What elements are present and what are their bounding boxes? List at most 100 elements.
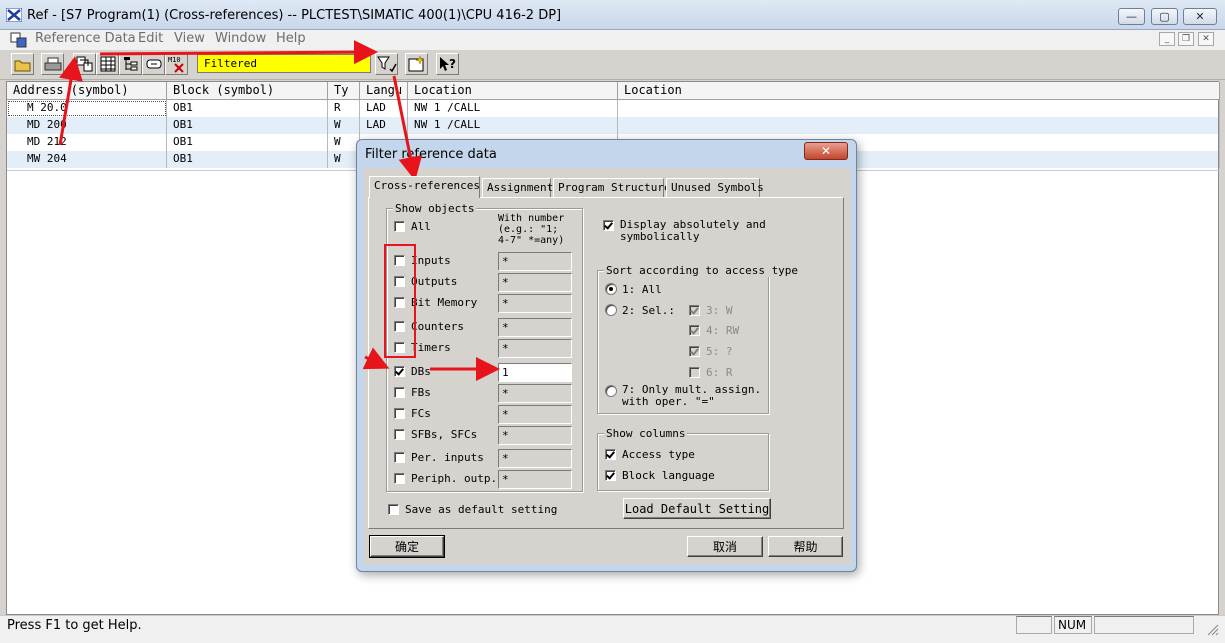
menu-window[interactable]: Window [215, 31, 266, 46]
tab-unused-symbols[interactable]: Unused Symbols [666, 178, 764, 197]
access-type-label: Access type [622, 448, 695, 461]
sort-access-type-label: Sort according to access type [604, 264, 801, 277]
context-help-icon[interactable]: ? [436, 53, 459, 75]
cell-block: OB1 [167, 151, 328, 168]
save-default-checkbox[interactable] [388, 504, 399, 515]
menu-edit[interactable]: Edit [138, 31, 163, 46]
sort-rw-checkbox[interactable] [689, 325, 700, 336]
close-button[interactable]: ✕ [1183, 8, 1217, 25]
mdi-restore-button[interactable]: ❐ [1178, 32, 1194, 46]
new-window-icon[interactable] [405, 53, 428, 75]
menu-bar: Reference Data Edit View Window Help [0, 30, 1225, 50]
addresses-without-symbol-icon[interactable]: M10 [165, 53, 188, 75]
outputs-number-field[interactable]: * [498, 273, 572, 292]
cell-block: OB1 [167, 117, 328, 134]
sort-mult-assign-radio[interactable] [605, 385, 617, 397]
column-header-location-2[interactable]: Location [618, 82, 1220, 100]
inputs-number-field[interactable]: * [498, 252, 572, 271]
fcs-checkbox[interactable] [394, 408, 405, 419]
dbs-number-field[interactable]: 1 [498, 363, 572, 382]
menu-view[interactable]: View [174, 31, 205, 46]
sort-w-checkbox[interactable] [689, 305, 700, 316]
menu-help[interactable]: Help [276, 31, 306, 46]
ok-button[interactable]: 确定 [369, 535, 445, 558]
cancel-button[interactable]: 取消 [687, 536, 763, 557]
tab-program-structure[interactable]: Program Structure [553, 178, 671, 197]
cell-location-2 [618, 117, 1220, 134]
resize-grip-icon[interactable] [1205, 622, 1219, 636]
maximize-button[interactable]: ▢ [1151, 8, 1178, 25]
sfbs-sfcs-number-field[interactable]: * [498, 426, 572, 445]
fcs-label: FCs [411, 407, 431, 420]
fbs-number-field[interactable]: * [498, 384, 572, 403]
unused-symbols-icon[interactable] [142, 53, 165, 75]
sort-selected-label: 2: Sel.: [622, 304, 675, 317]
mdi-close-button[interactable]: ✕ [1198, 32, 1214, 46]
column-header-block[interactable]: Block (symbol) [167, 82, 328, 100]
bit-memory-label: Bit Memory [411, 296, 478, 309]
save-default-label: Save as default setting [405, 503, 558, 516]
dbs-checkbox[interactable] [394, 366, 405, 377]
bit-memory-checkbox[interactable] [394, 297, 405, 308]
fcs-number-field[interactable]: * [498, 405, 572, 424]
load-default-button[interactable]: Load Default Setting [623, 498, 771, 519]
block-language-checkbox[interactable] [605, 470, 616, 481]
sort-r-label: 6: R [706, 366, 733, 379]
tab-assignment[interactable]: Assignment [482, 178, 553, 197]
periph-outp-number-field[interactable]: * [498, 470, 572, 489]
counters-label: Counters [411, 320, 464, 333]
open-folder-icon[interactable] [11, 53, 34, 75]
cell-language: LAD [360, 117, 408, 134]
help-button[interactable]: 帮助 [768, 536, 843, 557]
column-header-language[interactable]: Langu [360, 82, 408, 100]
sort-mult-assign-label: 7: Only mult. assign. with oper. "=" [622, 383, 762, 408]
dialog-close-button[interactable]: ✕ [804, 142, 848, 160]
document-icon[interactable] [10, 32, 28, 48]
counters-number-field[interactable]: * [498, 318, 572, 337]
display-abs-sym-checkbox[interactable] [603, 220, 614, 231]
window-title: Ref - [S7 Program(1) (Cross-references) … [27, 8, 562, 23]
access-type-checkbox[interactable] [605, 449, 616, 460]
cell-language: LAD [360, 100, 408, 117]
inputs-checkbox[interactable] [394, 255, 405, 266]
column-header-type[interactable]: Ty [328, 82, 360, 100]
outputs-checkbox[interactable] [394, 276, 405, 287]
table-row[interactable]: MD 200 OB1 W LAD NW 1 /CALL [7, 117, 1220, 134]
mdi-minimize-button[interactable]: _ [1159, 32, 1175, 46]
counters-checkbox[interactable] [394, 321, 405, 332]
program-structure-icon[interactable] [119, 53, 142, 75]
minimize-button[interactable]: — [1118, 8, 1145, 25]
toolbar: M10 ? [0, 50, 1225, 80]
table-row[interactable]: M 20.0 OB1 R LAD NW 1 /CALL [7, 100, 1220, 117]
all-label: All [411, 220, 431, 233]
cell-block: OB1 [167, 100, 328, 117]
timers-number-field[interactable]: * [498, 339, 572, 358]
assignment-table-icon[interactable] [96, 53, 119, 75]
outputs-label: Outputs [411, 275, 458, 288]
periph-outp-checkbox[interactable] [394, 473, 405, 484]
column-header-address[interactable]: Address (symbol) [7, 82, 167, 100]
tab-cross-references[interactable]: Cross-references [369, 176, 480, 198]
filter-icon[interactable] [375, 53, 398, 75]
sort-r-checkbox[interactable] [689, 367, 700, 378]
sort-unknown-checkbox[interactable] [689, 346, 700, 357]
print-icon[interactable] [41, 53, 64, 75]
per-inputs-number-field[interactable]: * [498, 449, 572, 468]
cell-location-2 [618, 100, 1220, 117]
status-pane [1016, 616, 1052, 634]
column-header-location[interactable]: Location [408, 82, 618, 100]
per-inputs-checkbox[interactable] [394, 452, 405, 463]
fbs-checkbox[interactable] [394, 387, 405, 398]
sfbs-sfcs-checkbox[interactable] [394, 429, 405, 440]
filter-combo[interactable]: Filtered [197, 54, 371, 73]
fbs-label: FBs [411, 386, 431, 399]
sort-all-radio[interactable] [605, 283, 617, 295]
dbs-label: DBs [411, 365, 431, 378]
timers-checkbox[interactable] [394, 342, 405, 353]
cross-references-icon[interactable] [73, 53, 96, 75]
all-checkbox[interactable] [394, 221, 405, 232]
sort-selected-radio[interactable] [605, 304, 617, 316]
bit-memory-number-field[interactable]: * [498, 294, 572, 313]
cell-location: NW 1 /CALL [408, 117, 618, 134]
menu-reference-data[interactable]: Reference Data [35, 31, 136, 46]
